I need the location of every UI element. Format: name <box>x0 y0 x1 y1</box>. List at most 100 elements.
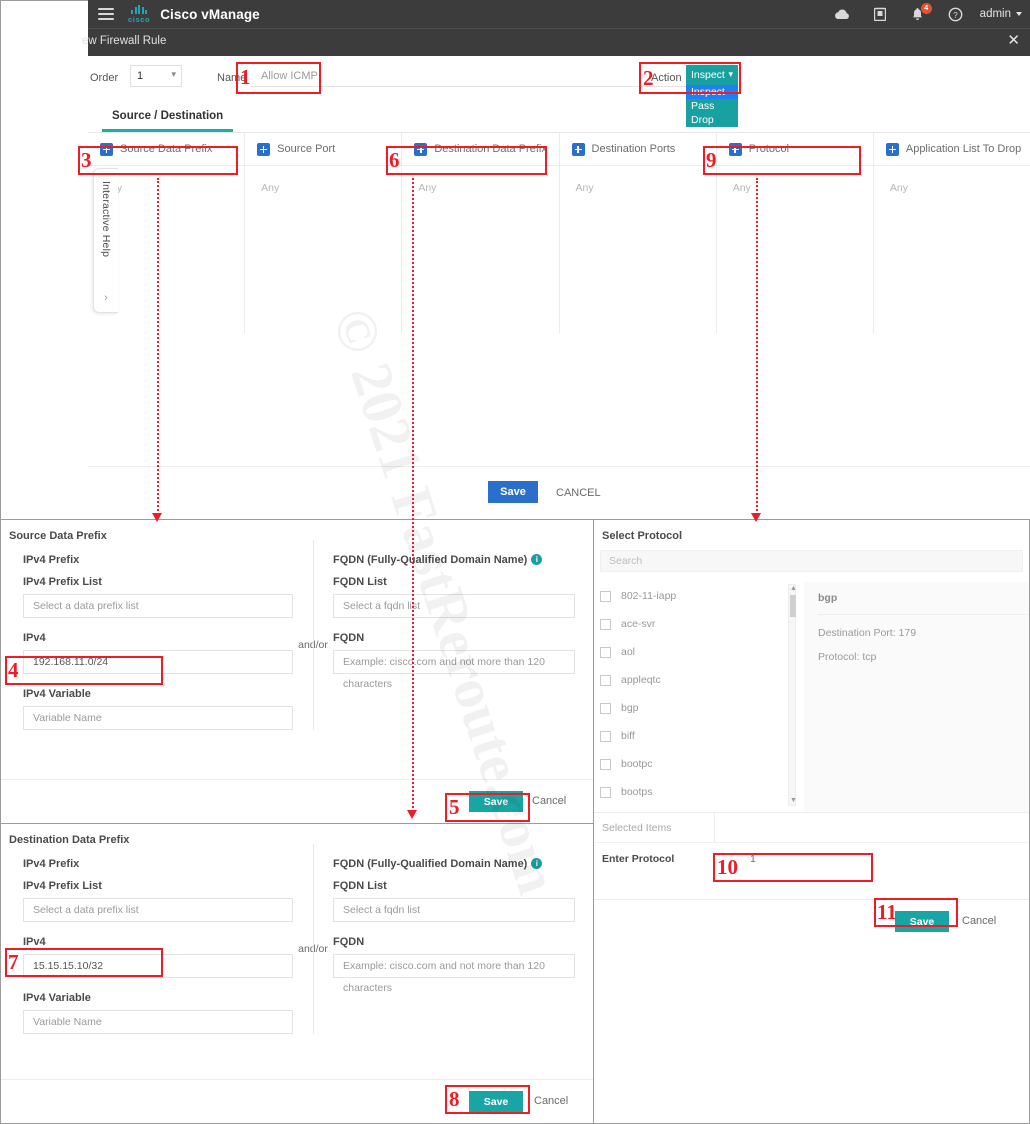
callout-number-9: 9 <box>706 150 717 171</box>
checkbox-icon[interactable] <box>600 787 611 798</box>
destination-save-button[interactable]: Save <box>469 1091 523 1112</box>
destination-data-prefix-panel: Destination Data Prefix IPv4 Prefix IPv4… <box>0 823 594 1124</box>
column-header[interactable]: Destination Ports <box>560 133 716 166</box>
action-option-drop[interactable]: Drop <box>686 113 738 127</box>
tab-source-destination[interactable]: Source / Destination <box>102 104 233 132</box>
connector-arrow-source <box>152 513 162 522</box>
scroll-up-icon[interactable]: ▲ <box>790 585 796 592</box>
protocol-list: 802-11-iapp ace-svr aol appleqtc bgp <box>594 582 804 812</box>
plus-icon[interactable] <box>100 143 113 156</box>
protocol-list-scrollbar[interactable]: ▲ ▼ <box>788 584 796 806</box>
list-item[interactable]: appleqtc <box>600 666 804 694</box>
fqdn-input[interactable]: Example: cisco.com and not more than 120… <box>333 650 575 674</box>
menu-icon[interactable] <box>98 8 114 20</box>
save-button[interactable]: Save <box>488 481 538 503</box>
list-item[interactable]: aol <box>600 638 804 666</box>
checkbox-icon[interactable] <box>600 647 611 658</box>
ipv4-variable-label: IPv4 Variable <box>23 992 293 1004</box>
checkbox-icon[interactable] <box>600 731 611 742</box>
protocol-detail-name: bgp <box>818 592 1029 615</box>
ipv4-prefix-list-input[interactable]: Select a data prefix list <box>23 898 293 922</box>
plus-icon[interactable] <box>886 143 899 156</box>
action-select[interactable]: Inspect ▾ <box>686 65 738 85</box>
callout-number-3: 3 <box>81 150 92 171</box>
fqdn-group-text: FQDN (Fully-Qualified Domain Name) <box>333 554 527 566</box>
scroll-down-icon[interactable]: ▼ <box>790 797 796 804</box>
clipboard-icon[interactable] <box>872 6 888 22</box>
fqdn-input[interactable]: Example: cisco.com and not more than 120… <box>333 954 575 978</box>
callout-number-7: 7 <box>8 952 19 973</box>
selected-items-label: Selected Items <box>594 822 714 834</box>
info-icon[interactable]: i <box>531 554 542 565</box>
info-icon[interactable]: i <box>531 858 542 869</box>
help-icon[interactable]: ? <box>948 6 964 22</box>
fqdn-section: FQDN (Fully-Qualified Domain Name) i FQDN… <box>333 546 593 744</box>
fqdn-group-text: FQDN (Fully-Qualified Domain Name) <box>333 858 527 870</box>
order-select[interactable]: 1 ▾ <box>130 65 182 87</box>
action-label: Action <box>651 72 682 84</box>
cancel-button[interactable]: CANCEL <box>556 487 601 499</box>
fqdn-list-input[interactable]: Select a fqdn list <box>333 898 575 922</box>
ipv4-variable-input[interactable]: Variable Name <box>23 706 293 730</box>
list-item[interactable]: bootpc <box>600 750 804 778</box>
action-option-inspect[interactable]: Inspect <box>686 85 738 99</box>
checkbox-icon[interactable] <box>600 619 611 630</box>
plus-icon[interactable] <box>729 143 742 156</box>
name-input[interactable]: Allow ICMP <box>251 65 710 87</box>
protocol-name: bootps <box>621 786 653 798</box>
cloud-icon[interactable] <box>834 6 850 22</box>
list-item[interactable]: bgp <box>600 694 804 722</box>
callout-number-4: 4 <box>8 660 19 681</box>
fqdn-list-label: FQDN List <box>333 576 575 588</box>
dialog-action-bar: Save CANCEL <box>88 466 1030 520</box>
plus-icon[interactable] <box>572 143 585 156</box>
callout-number-1: 1 <box>240 67 251 88</box>
source-save-button[interactable]: Save <box>469 791 523 812</box>
close-icon[interactable]: ✕ <box>1007 33 1020 48</box>
ipv4-group-title: IPv4 Prefix <box>23 858 293 870</box>
destination-cancel-button[interactable]: Cancel <box>534 1095 568 1107</box>
bell-icon[interactable]: 4 <box>910 6 926 22</box>
column-header[interactable]: Source Data Prefix <box>88 133 244 166</box>
ipv4-prefix-list-input[interactable]: Select a data prefix list <box>23 594 293 618</box>
user-name: admin <box>980 8 1011 20</box>
ipv4-input[interactable]: 15.15.15.10/32 <box>23 954 293 978</box>
plus-icon[interactable] <box>414 143 427 156</box>
screenshot-root: © 2021 FastReroute.com cisco Cisco vMana… <box>0 0 1030 1124</box>
list-item[interactable]: 802-11-iapp <box>600 582 804 610</box>
column-header[interactable]: Destination Data Prefix <box>402 133 558 166</box>
fqdn-label: FQDN <box>333 632 575 644</box>
column-header[interactable]: Application List To Drop <box>874 133 1030 166</box>
column-header[interactable]: Source Port <box>245 133 401 166</box>
panel-title: Source Data Prefix <box>1 520 593 542</box>
checkbox-icon[interactable] <box>600 759 611 770</box>
enter-protocol-input[interactable]: 1 <box>714 853 1029 865</box>
list-item[interactable]: biff <box>600 722 804 750</box>
source-data-prefix-panel: Source Data Prefix IPv4 Prefix IPv4 Pref… <box>0 519 594 824</box>
interactive-help-tab[interactable]: Interactive Help › <box>93 168 118 313</box>
source-cancel-button[interactable]: Cancel <box>532 795 566 807</box>
callout-number-5: 5 <box>449 797 460 818</box>
ipv4-input[interactable]: 192.168.11.0/24 <box>23 650 293 674</box>
ipv4-variable-input[interactable]: Variable Name <box>23 1010 293 1034</box>
checkbox-icon[interactable] <box>600 675 611 686</box>
fqdn-list-input[interactable]: Select a fqdn list <box>333 594 575 618</box>
scrollbar-thumb[interactable] <box>790 595 796 617</box>
protocol-save-button[interactable]: Save <box>895 911 949 932</box>
order-label: Order <box>90 72 118 84</box>
protocol-detail: bgp Destination Port: 179 Protocol: tcp <box>804 582 1029 812</box>
protocol-cancel-button[interactable]: Cancel <box>962 915 996 927</box>
selected-items-value[interactable] <box>714 813 1029 843</box>
action-option-pass[interactable]: Pass <box>686 99 738 113</box>
list-item[interactable]: ace-svr <box>600 610 804 638</box>
fqdn-section: FQDN (Fully-Qualified Domain Name)i FQDN… <box>333 850 593 1048</box>
vmanage-app-region: cisco Cisco vManage 4 ? a <box>88 0 1030 520</box>
user-menu[interactable]: admin <box>980 8 1022 20</box>
checkbox-icon[interactable] <box>600 703 611 714</box>
search-input[interactable]: Search <box>600 550 1023 572</box>
list-item[interactable]: bootps <box>600 778 804 806</box>
column-source-port: Source Port Any <box>245 133 402 333</box>
checkbox-icon[interactable] <box>600 591 611 602</box>
column-header[interactable]: Protocol <box>717 133 873 166</box>
plus-icon[interactable] <box>257 143 270 156</box>
